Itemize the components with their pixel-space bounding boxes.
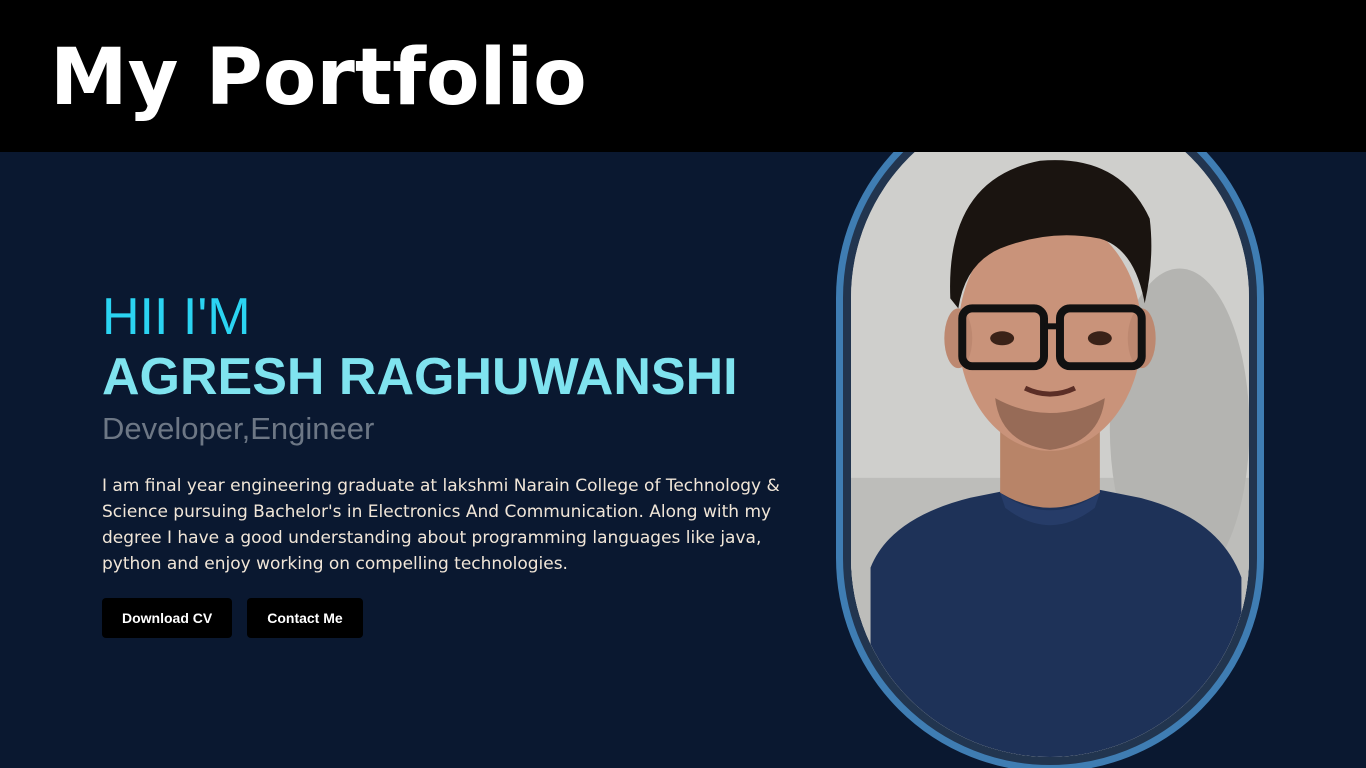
- profile-photo-illustration: [851, 152, 1249, 757]
- profile-photo-frame: [836, 152, 1264, 768]
- greeting-heading: HII I'M: [102, 288, 251, 346]
- download-cv-button[interactable]: Download CV: [102, 598, 233, 638]
- name-heading: AGRESH RAGHUWANSHI: [102, 348, 738, 406]
- contact-me-button[interactable]: Contact Me: [247, 598, 363, 638]
- intro-block: HII I'M AGRESH RAGHUWANSHI Developer,Eng…: [102, 287, 802, 638]
- profile-photo: [851, 152, 1249, 757]
- role-subtitle: Developer,Engineer: [102, 411, 375, 446]
- hero-section: HII I'M AGRESH RAGHUWANSHI Developer,Eng…: [0, 152, 1366, 768]
- bio-paragraph: I am final year engineering graduate at …: [102, 476, 780, 574]
- site-title: My Portfolio: [50, 33, 587, 123]
- action-buttons: Download CV Contact Me: [102, 598, 802, 638]
- site-header: My Portfolio: [0, 0, 1366, 152]
